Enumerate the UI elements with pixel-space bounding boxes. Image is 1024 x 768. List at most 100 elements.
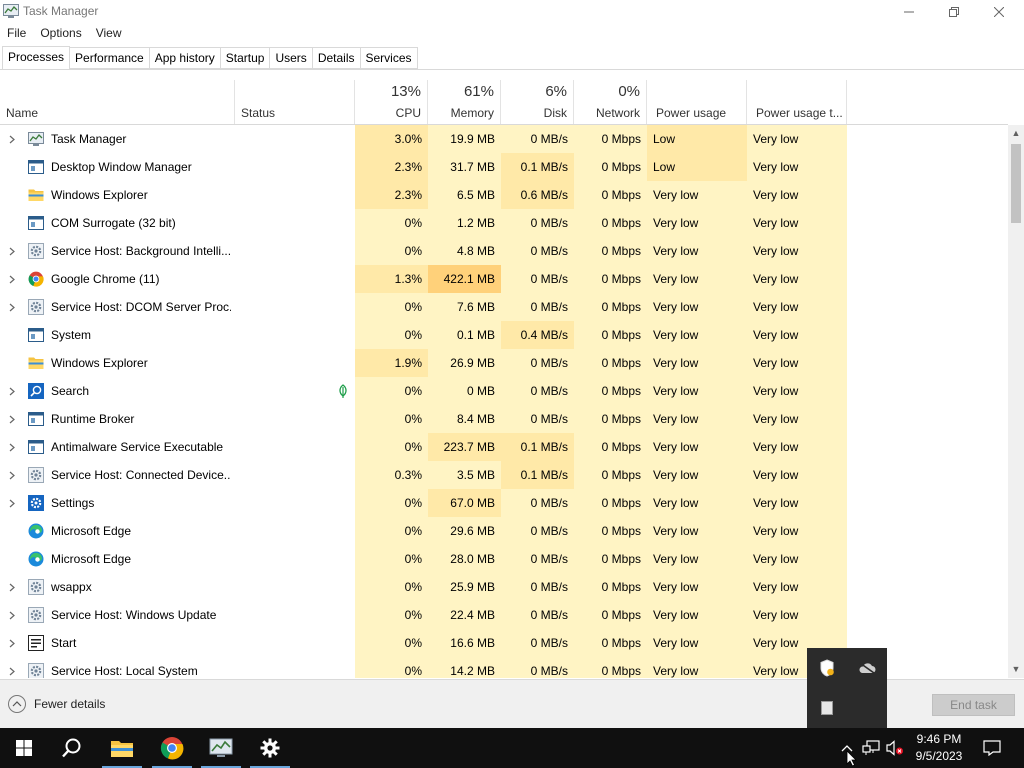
network-value: 0 Mbps <box>574 125 647 153</box>
process-name: Settings <box>51 496 95 510</box>
expand-chevron-icon[interactable] <box>6 377 18 405</box>
column-header-status[interactable]: Status <box>235 80 355 124</box>
tab-performance[interactable]: Performance <box>70 47 150 69</box>
table-row[interactable]: System 0% 0.1 MB 0.4 MB/s 0 Mbps Very low Very… <box>0 321 1008 349</box>
table-row[interactable]: Windows Explorer 2.3% 6.5 MB 0.6 MB/s 0 Mbps… <box>0 181 1008 209</box>
minimize-button[interactable] <box>886 0 932 24</box>
power-usage-value: Low <box>647 153 747 181</box>
table-row[interactable]: Search 0% 0 MB 0 MB/s 0 Mbps Very low Very low <box>0 377 1008 405</box>
close-icon <box>994 7 1004 17</box>
power-usage-value: Very low <box>647 461 747 489</box>
close-button[interactable] <box>976 0 1022 24</box>
taskbar-file-explorer[interactable] <box>98 728 146 768</box>
network-value: 0 Mbps <box>574 545 647 573</box>
window-icon <box>28 411 44 427</box>
network-tray-icon[interactable] <box>860 728 882 768</box>
small-window-icon[interactable] <box>817 698 837 718</box>
edge-icon <box>28 551 44 567</box>
table-row[interactable]: Windows Explorer 1.9% 26.9 MB 0 MB/s 0 Mbps V… <box>0 349 1008 377</box>
column-header-cpu[interactable]: 13% CPU <box>355 80 428 124</box>
tab-processes[interactable]: Processes <box>2 46 71 70</box>
scroll-up-icon[interactable]: ▲ <box>1008 125 1024 142</box>
table-row[interactable]: Settings 0% 67.0 MB 0 MB/s 0 Mbps Very low Ver… <box>0 489 1008 517</box>
column-label-power-usage-trend: Power usage t... <box>756 106 843 120</box>
menu-options[interactable]: Options <box>33 24 88 44</box>
tab-services[interactable]: Services <box>360 47 418 69</box>
table-row[interactable]: Antimalware Service Executable 0% 223.7 MB… <box>0 433 1008 461</box>
expand-chevron-icon[interactable] <box>6 265 18 293</box>
scroll-down-icon[interactable]: ▼ <box>1008 661 1024 678</box>
power-usage-value: Very low <box>647 489 747 517</box>
table-row[interactable]: COM Surrogate (32 bit) 0% 1.2 MB 0 MB/s 0 Mb… <box>0 209 1008 237</box>
notifications-button[interactable] <box>978 728 1006 768</box>
table-row[interactable]: Runtime Broker 0% 8.4 MB 0 MB/s 0 Mbps Very l… <box>0 405 1008 433</box>
expand-chevron-icon[interactable] <box>6 405 18 433</box>
table-row[interactable]: wsappx 0% 25.9 MB 0 MB/s 0 Mbps Very low Very … <box>0 573 1008 601</box>
expand-chevron-icon[interactable] <box>6 601 18 629</box>
taskbar-clock[interactable]: 9:46 PM 9/5/2023 <box>906 731 972 765</box>
network-value: 0 Mbps <box>574 573 647 601</box>
cpu-value: 0% <box>355 237 428 265</box>
column-header-network[interactable]: 0% Network <box>574 80 647 124</box>
table-row[interactable]: Microsoft Edge 0% 29.6 MB 0 MB/s 0 Mbps Very … <box>0 517 1008 545</box>
table-row[interactable]: Google Chrome (11) 1.3% 422.1 MB 0 MB/s 0 Mb… <box>0 265 1008 293</box>
gear-icon <box>28 299 44 315</box>
end-task-button[interactable]: End task <box>932 694 1015 716</box>
tab-details[interactable]: Details <box>312 47 361 69</box>
cpu-value: 2.3% <box>355 153 428 181</box>
expand-chevron-icon[interactable] <box>6 489 18 517</box>
memory-value: 422.1 MB <box>428 265 501 293</box>
column-header-power-usage-trend[interactable]: Power usage t... <box>747 80 847 124</box>
fewer-details-button[interactable]: Fewer details <box>8 695 105 713</box>
taskbar-chrome[interactable] <box>148 728 196 768</box>
column-header-power-usage[interactable]: Power usage <box>647 80 747 124</box>
taskbar-settings[interactable] <box>246 728 294 768</box>
chevron-up-icon <box>8 695 26 713</box>
expand-chevron-icon[interactable] <box>6 629 18 657</box>
expand-chevron-icon[interactable] <box>6 657 18 678</box>
tab-users[interactable]: Users <box>270 47 313 69</box>
memory-total-percent: 61% <box>463 83 494 100</box>
maximize-button[interactable] <box>931 0 977 24</box>
onedrive-offline-icon[interactable] <box>857 658 877 678</box>
expand-chevron-icon[interactable] <box>6 573 18 601</box>
column-header-name[interactable]: Name <box>0 80 235 124</box>
security-shield-icon[interactable] <box>817 658 837 678</box>
volume-muted-icon[interactable] <box>884 728 906 768</box>
table-row[interactable]: Service Host: Background Intelli... 0% 4.8… <box>0 237 1008 265</box>
taskbar-task-manager[interactable] <box>197 728 245 768</box>
network-value: 0 Mbps <box>574 601 647 629</box>
table-row[interactable]: Task Manager 3.0% 19.9 MB 0 MB/s 0 Mbps Low Ve… <box>0 125 1008 153</box>
window-title: Task Manager <box>23 4 99 18</box>
cpu-value: 0% <box>355 573 428 601</box>
menu-view[interactable]: View <box>89 24 129 44</box>
expand-chevron-icon[interactable] <box>6 433 18 461</box>
expand-chevron-icon[interactable] <box>6 461 18 489</box>
table-row[interactable]: Service Host: Connected Device... 0.3% 3.5… <box>0 461 1008 489</box>
column-header-disk[interactable]: 6% Disk <box>501 80 574 124</box>
memory-value: 4.8 MB <box>428 237 501 265</box>
taskbar-search-button[interactable] <box>48 728 96 768</box>
table-row[interactable]: Microsoft Edge 0% 28.0 MB 0 MB/s 0 Mbps Very … <box>0 545 1008 573</box>
disk-value: 0 MB/s <box>501 405 574 433</box>
expand-chevron-icon[interactable] <box>6 237 18 265</box>
cpu-value: 1.9% <box>355 349 428 377</box>
network-value: 0 Mbps <box>574 629 647 657</box>
memory-value: 3.5 MB <box>428 461 501 489</box>
chrome-icon <box>28 271 44 287</box>
table-row[interactable]: Service Host: Windows Update 0% 22.4 MB 0 M… <box>0 601 1008 629</box>
disk-value: 0 MB/s <box>501 573 574 601</box>
expand-chevron-icon[interactable] <box>6 293 18 321</box>
memory-value: 29.6 MB <box>428 517 501 545</box>
column-header-memory[interactable]: 61% Memory <box>428 80 501 124</box>
tab-app-history[interactable]: App history <box>149 47 221 69</box>
table-row[interactable]: Desktop Window Manager 2.3% 31.7 MB 0.1 MB/… <box>0 153 1008 181</box>
expand-chevron-icon[interactable] <box>6 125 18 153</box>
vertical-scrollbar[interactable]: ▲ ▼ <box>1008 125 1024 678</box>
menu-file[interactable]: File <box>0 24 33 44</box>
start-button[interactable] <box>0 728 48 768</box>
table-row[interactable]: Service Host: DCOM Server Proc... 0% 7.6 M… <box>0 293 1008 321</box>
scrollbar-thumb[interactable] <box>1011 144 1021 223</box>
tab-startup[interactable]: Startup <box>220 47 271 69</box>
column-label-memory: Memory <box>450 106 494 120</box>
